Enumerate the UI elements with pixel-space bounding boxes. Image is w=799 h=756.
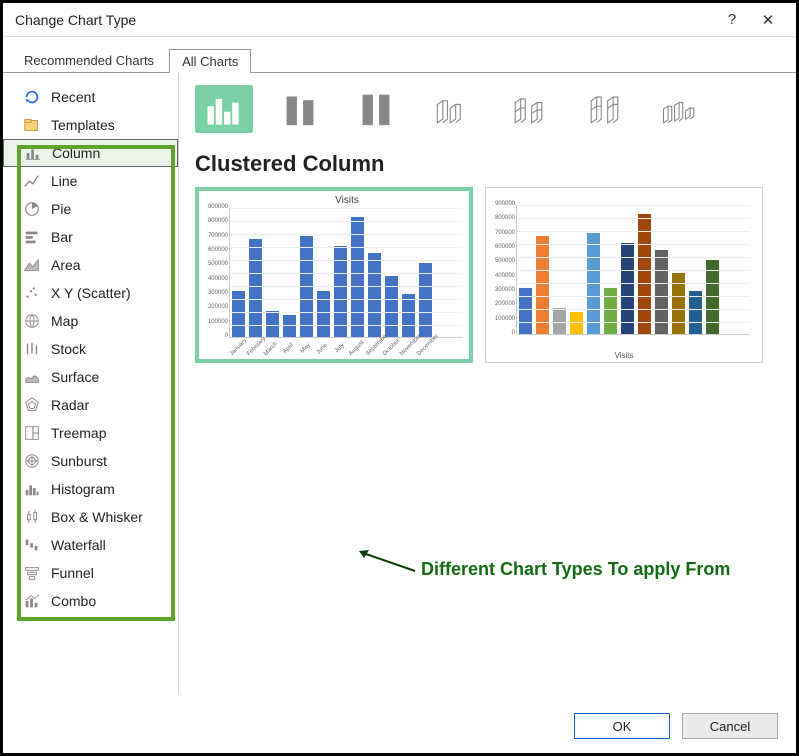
sidebar-item-label: Column [52, 145, 100, 161]
sidebar-item-label: Histogram [51, 481, 115, 497]
titlebar: Change Chart Type ? ✕ [3, 3, 796, 37]
main-panel: Clustered Column Visits 9000008000007000… [179, 73, 796, 693]
sidebar-item-waterfall[interactable]: Waterfall [3, 531, 178, 559]
close-button[interactable]: ✕ [750, 6, 786, 34]
waterfall-icon [23, 536, 41, 554]
subtype-stacked-column[interactable] [271, 85, 329, 133]
scatter-icon [23, 284, 41, 302]
sidebar-item-histogram[interactable]: Histogram [3, 475, 178, 503]
ok-button[interactable]: OK [574, 713, 670, 739]
chart-previews: Visits 900000800000700000600000500000400… [195, 187, 780, 363]
sidebar-item-label: Map [51, 313, 78, 329]
annotation-text: Different Chart Types To apply From [421, 559, 730, 580]
cancel-button[interactable]: Cancel [682, 713, 778, 739]
sidebar-item-pie[interactable]: Pie [3, 195, 178, 223]
sidebar-item-funnel[interactable]: Funnel [3, 559, 178, 587]
histogram-icon [23, 480, 41, 498]
sidebar-item-treemap[interactable]: Treemap [3, 419, 178, 447]
subtype-3d-column[interactable] [651, 85, 709, 133]
bar-icon [23, 228, 41, 246]
preview2-xaxis-label: Visits [486, 351, 762, 360]
tabs: Recommended Charts All Charts [3, 37, 796, 73]
subtype-3d-clustered-column[interactable] [423, 85, 481, 133]
sidebar-item-label: X Y (Scatter) [51, 285, 131, 301]
y-ticks: 9000008000007000006000005000004000003000… [489, 201, 515, 336]
sidebar-item-label: Templates [51, 117, 115, 133]
tab-all-charts[interactable]: All Charts [169, 49, 251, 73]
area-icon [23, 256, 41, 274]
line-icon [23, 172, 41, 190]
footer: OK Cancel [574, 713, 778, 739]
sidebar-item-label: Line [51, 173, 77, 189]
preview-title [516, 192, 758, 203]
sidebar-item-scatter[interactable]: X Y (Scatter) [3, 279, 178, 307]
y-ticks: 9000008000007000006000005000004000003000… [202, 204, 228, 339]
subtype-stacked100-column[interactable] [347, 85, 405, 133]
sidebar-item-label: Sunburst [51, 453, 107, 469]
funnel-icon [23, 564, 41, 582]
sidebar-item-label: Area [51, 257, 81, 273]
recent-icon [23, 88, 41, 106]
sidebar-item-sunburst[interactable]: Sunburst [3, 447, 178, 475]
preview-by-month[interactable]: Visits 900000800000700000600000500000400… [195, 187, 473, 363]
map-icon [23, 312, 41, 330]
preview-by-series[interactable]: 9000008000007000006000005000004000003000… [485, 187, 763, 363]
sidebar-item-boxwhisker[interactable]: Box & Whisker [3, 503, 178, 531]
preview-title: Visits [229, 195, 465, 206]
sidebar-item-label: Recent [51, 89, 95, 105]
preview1-chart: 9000008000007000006000005000004000003000… [229, 208, 463, 338]
sidebar-item-label: Bar [51, 229, 73, 245]
sidebar-item-label: Waterfall [51, 537, 106, 553]
sidebar-item-label: Box & Whisker [51, 509, 143, 525]
sidebar-item-templates[interactable]: Templates [3, 111, 178, 139]
radar-icon [23, 396, 41, 414]
subtype-3d-stacked-column[interactable] [499, 85, 557, 133]
tab-recommended-charts[interactable]: Recommended Charts [11, 48, 167, 72]
pie-icon [23, 200, 41, 218]
sidebar-item-label: Stock [51, 341, 86, 357]
sidebar-item-radar[interactable]: Radar [3, 391, 178, 419]
sunburst-icon [23, 452, 41, 470]
sidebar-item-label: Radar [51, 397, 89, 413]
column-icon [24, 144, 42, 162]
sidebar-item-label: Surface [51, 369, 99, 385]
sidebar-item-label: Combo [51, 593, 96, 609]
subtype-clustered-column[interactable] [195, 85, 253, 133]
templates-icon [23, 116, 41, 134]
boxwhisker-icon [23, 508, 41, 526]
sidebar-item-label: Treemap [51, 425, 107, 441]
preview2-chart: 9000008000007000006000005000004000003000… [516, 205, 750, 335]
combo-icon [23, 592, 41, 610]
stock-icon [23, 340, 41, 358]
sidebar-item-column[interactable]: Column [3, 139, 178, 167]
sidebar-item-map[interactable]: Map [3, 307, 178, 335]
treemap-icon [23, 424, 41, 442]
help-button[interactable]: ? [714, 6, 750, 34]
x-ticks: JanuaryFebruaryMarchAprilMayJuneJulyAugu… [229, 353, 463, 359]
chart-subtypes [195, 85, 780, 133]
sidebar: Recent Templates Column Line Pie Bar Are… [3, 73, 179, 693]
dialog-title: Change Chart Type [15, 12, 136, 28]
sidebar-item-area[interactable]: Area [3, 251, 178, 279]
subtype-3d-stacked100-column[interactable] [575, 85, 633, 133]
sidebar-item-surface[interactable]: Surface [3, 363, 178, 391]
sidebar-item-label: Funnel [51, 565, 94, 581]
sidebar-item-recent[interactable]: Recent [3, 83, 178, 111]
content: Recent Templates Column Line Pie Bar Are… [3, 73, 796, 693]
sidebar-item-bar[interactable]: Bar [3, 223, 178, 251]
sidebar-item-combo[interactable]: Combo [3, 587, 178, 615]
sidebar-item-line[interactable]: Line [3, 167, 178, 195]
subtype-heading: Clustered Column [195, 151, 780, 177]
surface-icon [23, 368, 41, 386]
sidebar-item-stock[interactable]: Stock [3, 335, 178, 363]
sidebar-item-label: Pie [51, 201, 71, 217]
